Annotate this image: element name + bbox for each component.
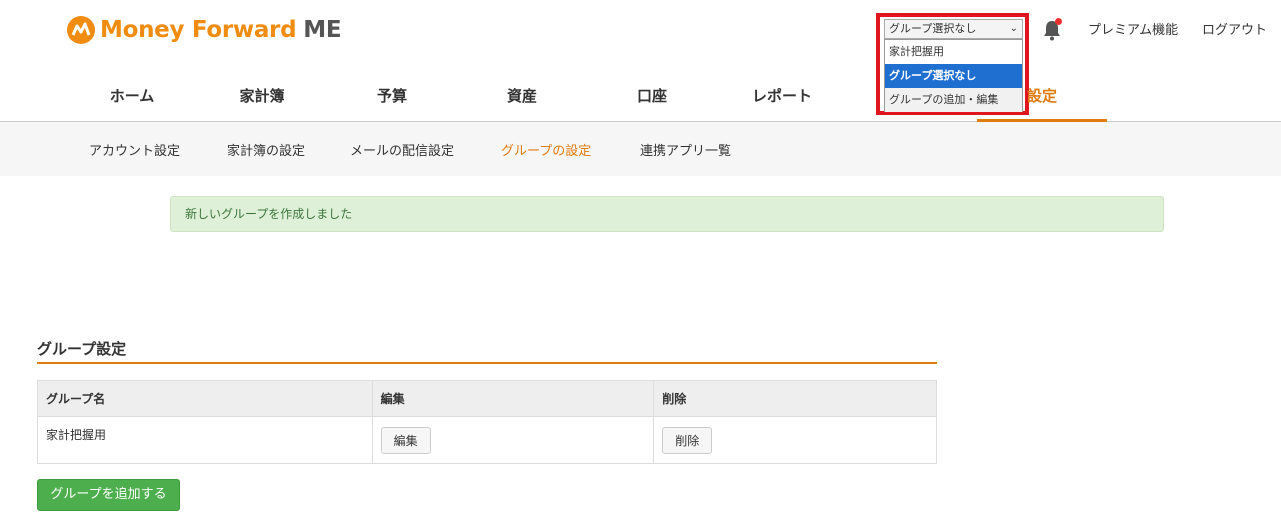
sub-nav-account-settings[interactable]: アカウント設定 bbox=[89, 140, 180, 159]
premium-link[interactable]: プレミアム機能 bbox=[1088, 19, 1178, 38]
sub-nav: アカウント設定 家計簿の設定 メールの配信設定 グループの設定 連携アプリ一覧 bbox=[0, 122, 1281, 176]
nav-item-budget[interactable]: 予算 bbox=[352, 72, 432, 122]
sub-nav-mail-settings[interactable]: メールの配信設定 bbox=[350, 140, 454, 159]
section-title: グループ設定 bbox=[37, 340, 127, 358]
money-forward-logo-icon bbox=[67, 16, 95, 44]
nav-item-report[interactable]: レポート bbox=[742, 72, 822, 122]
group-name-cell: 家計把握用 bbox=[37, 416, 373, 464]
sub-nav-household-settings[interactable]: 家計簿の設定 bbox=[227, 140, 305, 159]
logout-link[interactable]: ログアウト bbox=[1202, 19, 1267, 38]
section-divider bbox=[37, 362, 937, 364]
group-table: グループ名 編集 削除 家計把握用 編集 削除 bbox=[37, 380, 937, 464]
logo-brand-text: Money Forward bbox=[100, 17, 297, 43]
table-row: 家計把握用 編集 削除 bbox=[37, 416, 937, 464]
table-header-delete: 削除 bbox=[653, 380, 937, 417]
table-header-group-name: グループ名 bbox=[37, 380, 373, 417]
sub-nav-group-settings[interactable]: グループの設定 bbox=[501, 140, 591, 159]
notification-dot bbox=[1055, 18, 1062, 25]
nav-item-household-account[interactable]: 家計簿 bbox=[222, 72, 302, 122]
logo-text: Money Forward ME bbox=[100, 17, 342, 43]
nav-item-settings[interactable]: 設定 bbox=[977, 72, 1107, 122]
logo[interactable]: Money Forward ME bbox=[66, 14, 342, 46]
nav-item-accounts[interactable]: 口座 bbox=[612, 72, 692, 122]
edit-cell: 編集 bbox=[371, 416, 655, 464]
delete-button[interactable]: 削除 bbox=[662, 427, 713, 454]
success-alert: 新しいグループを作成しました bbox=[170, 196, 1164, 232]
group-select[interactable]: グループ選択なし ⌄ bbox=[884, 19, 1023, 39]
nav-item-assets[interactable]: 資産 bbox=[482, 72, 562, 122]
dropdown-option[interactable]: 家計把握用 bbox=[885, 40, 1022, 64]
sub-nav-linked-apps[interactable]: 連携アプリ一覧 bbox=[640, 140, 731, 159]
main-nav: ホーム 家計簿 予算 資産 口座 レポート 設定 bbox=[0, 72, 1281, 122]
group-select-value: グループ選択なし bbox=[889, 22, 977, 35]
nav-item-home[interactable]: ホーム bbox=[92, 72, 172, 122]
delete-cell: 削除 bbox=[653, 416, 937, 464]
logo-suffix-text: ME bbox=[303, 17, 342, 43]
chevron-down-icon: ⌄ bbox=[1009, 23, 1018, 34]
table-header-edit: 編集 bbox=[371, 380, 655, 417]
edit-button[interactable]: 編集 bbox=[380, 427, 431, 454]
add-group-button[interactable]: グループを追加する bbox=[37, 479, 180, 511]
